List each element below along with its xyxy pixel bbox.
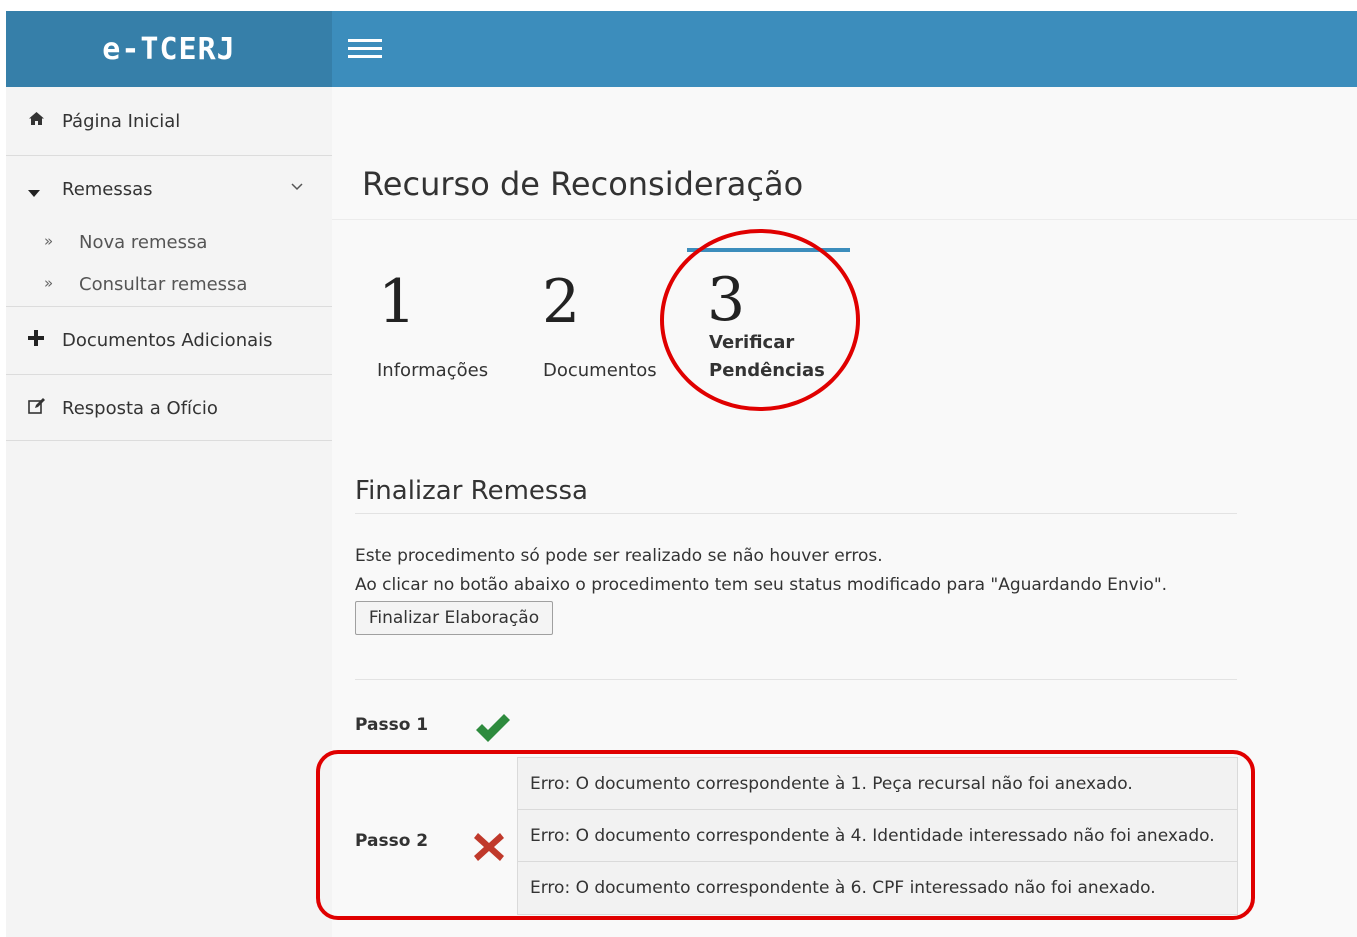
- sidebar-item-label: Resposta a Ofício: [62, 398, 218, 419]
- page-title: Recurso de Reconsideração: [362, 165, 804, 203]
- annotation-box: [316, 750, 1255, 920]
- step-1-number[interactable]: 1: [378, 272, 416, 332]
- passo-1-label: Passo 1: [355, 715, 429, 735]
- sidebar-divider: [6, 306, 332, 307]
- sidebar-item-remessas[interactable]: Remessas: [6, 179, 332, 203]
- menu-toggle-icon[interactable]: [348, 37, 382, 61]
- sidebar-subitem-nova-remessa[interactable]: » Nova remessa: [6, 232, 332, 256]
- sidebar-subitem-label: Consultar remessa: [79, 274, 248, 295]
- double-chevron-right-icon: »: [44, 274, 54, 292]
- top-navbar: e-TCERJ: [6, 11, 1357, 87]
- plus-icon: [28, 330, 44, 350]
- sidebar-subitem-consultar-remessa[interactable]: » Consultar remessa: [6, 274, 332, 298]
- brand-logo[interactable]: e-TCERJ: [6, 11, 332, 87]
- sidebar-divider: [6, 374, 332, 375]
- edit-icon: [28, 398, 46, 418]
- sidebar-divider: [6, 440, 332, 441]
- content-header: Recurso de Reconsideração: [332, 87, 1357, 220]
- finalizar-elaboracao-button[interactable]: Finalizar Elaboração: [355, 601, 553, 635]
- divider: [355, 513, 1237, 514]
- step-2-label[interactable]: Documentos: [543, 357, 657, 385]
- sidebar: Página Inicial Remessas » Nova remessa »…: [6, 87, 332, 937]
- step-1-label[interactable]: Informações: [377, 357, 488, 385]
- sidebar-item-documentos-adicionais[interactable]: Documentos Adicionais: [6, 330, 332, 354]
- sidebar-subitem-label: Nova remessa: [79, 232, 208, 253]
- divider: [355, 679, 1237, 680]
- sidebar-item-label: Documentos Adicionais: [62, 330, 273, 351]
- section-title: Finalizar Remessa: [355, 476, 588, 506]
- sidebar-divider: [6, 155, 332, 156]
- sidebar-item-label: Página Inicial: [62, 111, 181, 132]
- sidebar-item-resposta-oficio[interactable]: Resposta a Ofício: [6, 398, 332, 422]
- sidebar-item-pagina-inicial[interactable]: Página Inicial: [6, 111, 332, 135]
- checkmark-icon: [474, 713, 512, 749]
- double-chevron-right-icon: »: [44, 232, 54, 250]
- home-icon: [28, 111, 45, 130]
- sidebar-item-label: Remessas: [62, 179, 153, 200]
- caret-down-icon: [28, 183, 40, 202]
- annotation-circle: [660, 229, 860, 411]
- step-2-number[interactable]: 2: [542, 272, 580, 332]
- info-text-line1: Este procedimento só pode ser realizado …: [355, 546, 883, 566]
- info-text-line2: Ao clicar no botão abaixo o procedimento…: [355, 575, 1168, 595]
- chevron-down-icon: [291, 175, 303, 196]
